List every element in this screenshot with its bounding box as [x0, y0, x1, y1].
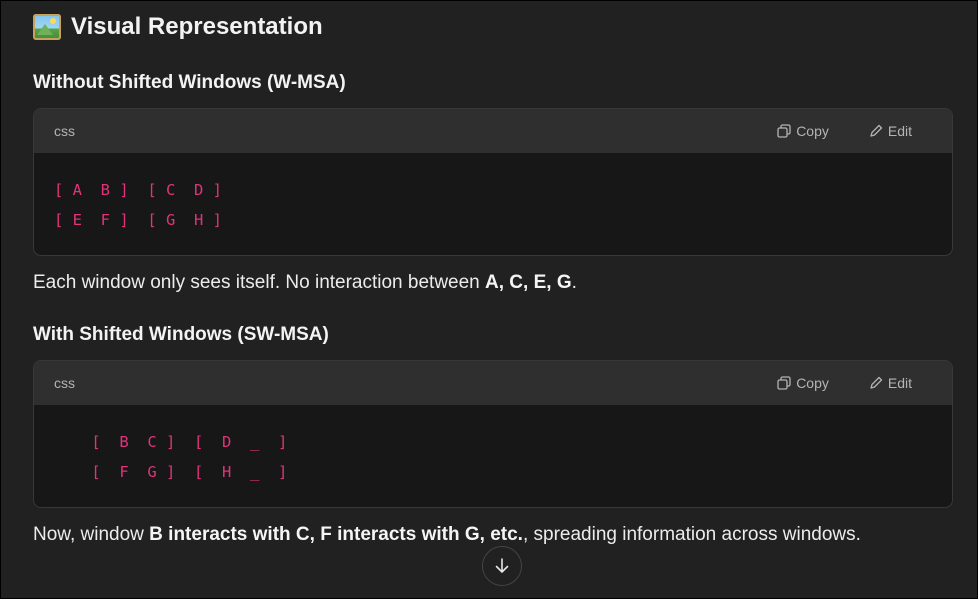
code-block-header: css Copy Edit [34, 361, 952, 405]
text-span: , spreading information across windows. [522, 524, 861, 545]
code-block-header: css Copy Edit [34, 109, 952, 153]
code-block-swmsa: css Copy Edit [B C] [D _] [F G] [… [33, 360, 953, 508]
copy-label: Copy [796, 375, 829, 391]
code-block-wmsa: css Copy Edit [A B] [C D] [E F] [… [33, 108, 953, 256]
copy-button[interactable]: Copy [777, 123, 829, 139]
code-actions: Copy Edit [777, 123, 912, 139]
section-heading: Visual Representation [33, 13, 323, 41]
scroll-to-bottom-button[interactable] [482, 546, 522, 586]
bold-text: B interacts with [149, 524, 291, 545]
code-language-label: css [54, 123, 75, 139]
edit-button[interactable]: Edit [869, 375, 912, 391]
paragraph-swmsa-explanation: Now, window B interacts with C, F intera… [33, 524, 861, 546]
copy-icon [777, 376, 791, 390]
copy-label: Copy [796, 123, 829, 139]
pencil-icon [870, 124, 883, 137]
bold-text: etc. [490, 524, 523, 545]
text-span: . [571, 272, 577, 293]
heading-with-shifted-windows: With Shifted Windows (SW-MSA) [33, 324, 329, 345]
bold-text: F interacts with [320, 524, 460, 545]
chat-message-panel: Visual Representation Without Shifted Wi… [0, 0, 978, 599]
edit-label: Edit [887, 123, 912, 139]
arrow-down-icon [495, 558, 509, 573]
paragraph-wmsa-explanation: Each window only sees itself. No interac… [33, 272, 577, 294]
code-content: [ A B ] [ C D ] [ E F ] [ G H ] [54, 181, 222, 229]
heading-without-shifted-windows: Without Shifted Windows (W-MSA) [33, 72, 346, 93]
code-actions: Copy Edit [777, 375, 912, 391]
bold-text: G, [459, 524, 491, 545]
section-title: Visual Representation [71, 13, 323, 40]
copy-button[interactable]: Copy [777, 375, 829, 391]
text-span: Now, window [33, 524, 150, 545]
edit-button[interactable]: Edit [869, 123, 912, 139]
bold-text: A, C, E, G [485, 272, 572, 293]
framed-picture-icon [33, 14, 61, 40]
edit-label: Edit [887, 375, 912, 391]
pencil-icon [870, 376, 883, 389]
code-content: [ B C ] [ D _ ] [ F G ] [ H _ ] [91, 433, 288, 481]
bold-text: C, [290, 524, 321, 545]
code-language-label: css [54, 375, 75, 391]
text-span: Each window only sees itself. No interac… [33, 272, 486, 293]
copy-icon [777, 124, 791, 138]
